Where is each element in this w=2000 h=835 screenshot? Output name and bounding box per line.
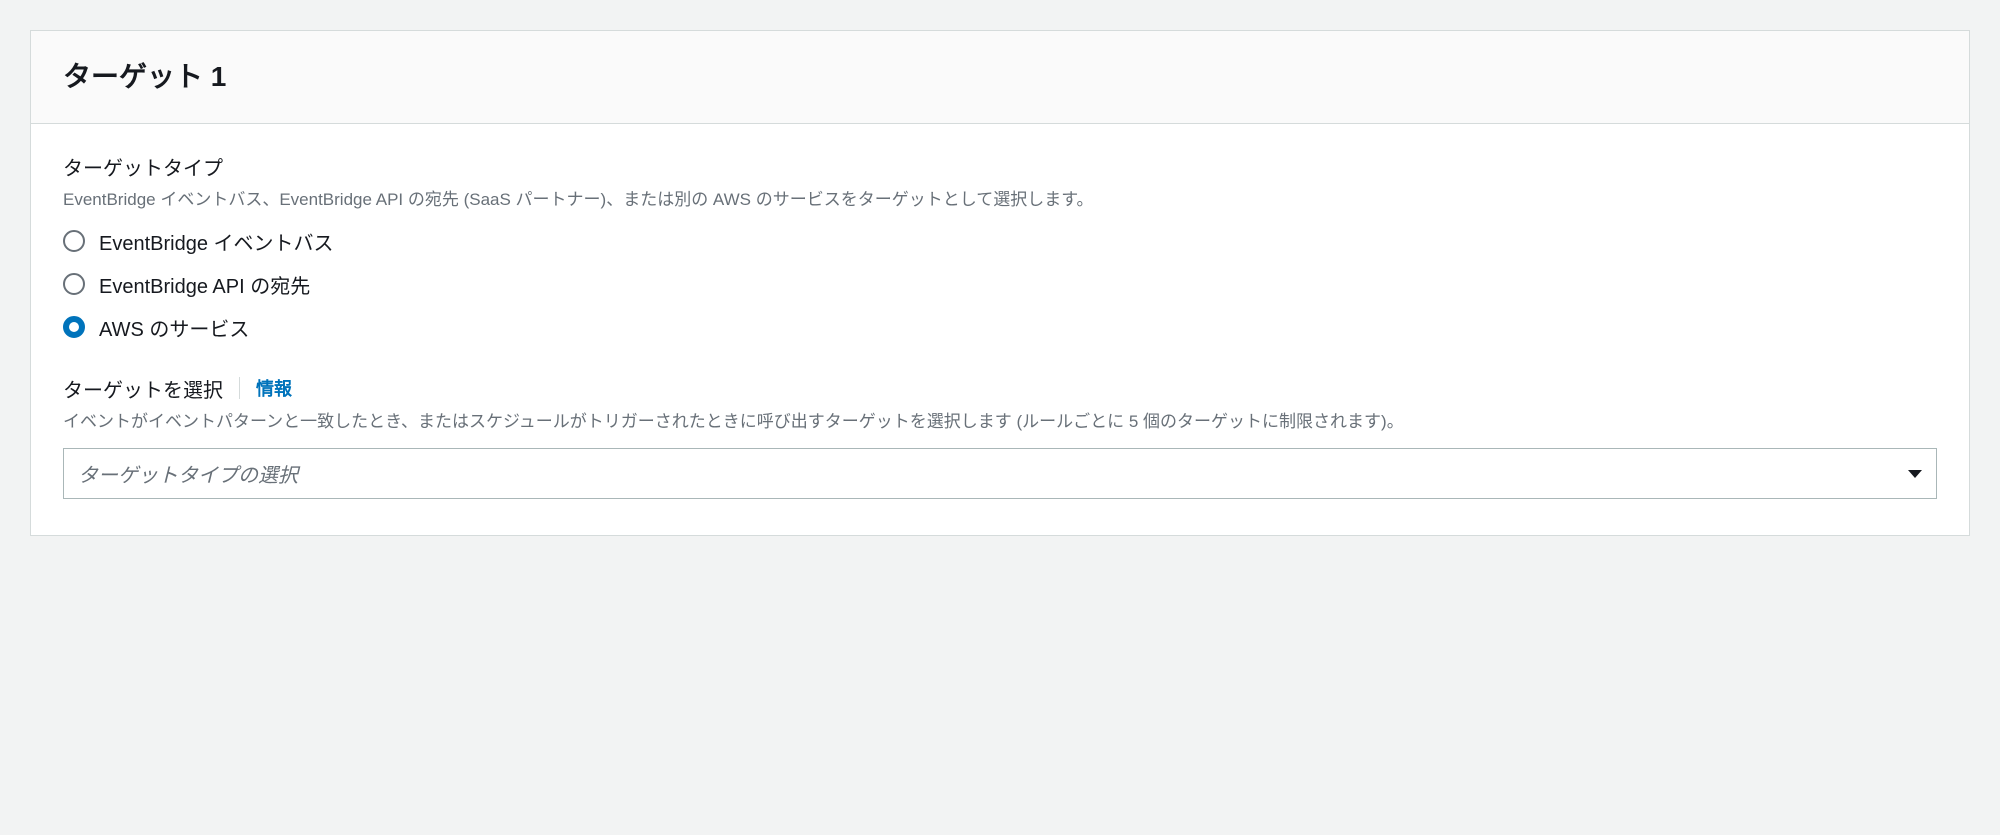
radio-option-eventbridge-bus[interactable]: EventBridge イベントバス (63, 227, 1937, 256)
target-type-field: ターゲットタイプ EventBridge イベントバス、EventBridge … (63, 152, 1937, 213)
target-type-description: EventBridge イベントバス、EventBridge API の宛先 (… (63, 187, 1937, 213)
info-link[interactable]: 情報 (256, 375, 292, 401)
target-type-label: ターゲットタイプ (63, 152, 1937, 181)
select-target-field: ターゲットを選択 情報 イベントがイベントパターンと一致したとき、またはスケジュ… (63, 374, 1937, 435)
select-target-description: イベントがイベントパターンと一致したとき、またはスケジュールがトリガーされたとき… (63, 409, 1937, 435)
panel-header: ターゲット 1 (31, 31, 1969, 124)
select-target-label-row: ターゲットを選択 情報 (63, 374, 1937, 403)
divider (239, 377, 240, 399)
radio-icon-selected (63, 316, 85, 338)
radio-label: EventBridge API の宛先 (99, 270, 310, 299)
caret-down-icon (1908, 470, 1922, 478)
radio-label: EventBridge イベントバス (99, 227, 334, 256)
select-placeholder: ターゲットタイプの選択 (78, 459, 298, 488)
target-panel: ターゲット 1 ターゲットタイプ EventBridge イベントバス、Even… (30, 30, 1970, 536)
radio-icon (63, 230, 85, 252)
panel-title: ターゲット 1 (63, 55, 1937, 95)
target-type-select[interactable]: ターゲットタイプの選択 (63, 448, 1937, 499)
radio-option-eventbridge-api[interactable]: EventBridge API の宛先 (63, 270, 1937, 299)
panel-body: ターゲットタイプ EventBridge イベントバス、EventBridge … (31, 124, 1969, 535)
radio-label: AWS のサービス (99, 313, 249, 342)
select-target-label: ターゲットを選択 (63, 374, 223, 403)
radio-icon (63, 273, 85, 295)
radio-option-aws-service[interactable]: AWS のサービス (63, 313, 1937, 342)
target-type-radio-group: EventBridge イベントバス EventBridge API の宛先 A… (63, 227, 1937, 342)
